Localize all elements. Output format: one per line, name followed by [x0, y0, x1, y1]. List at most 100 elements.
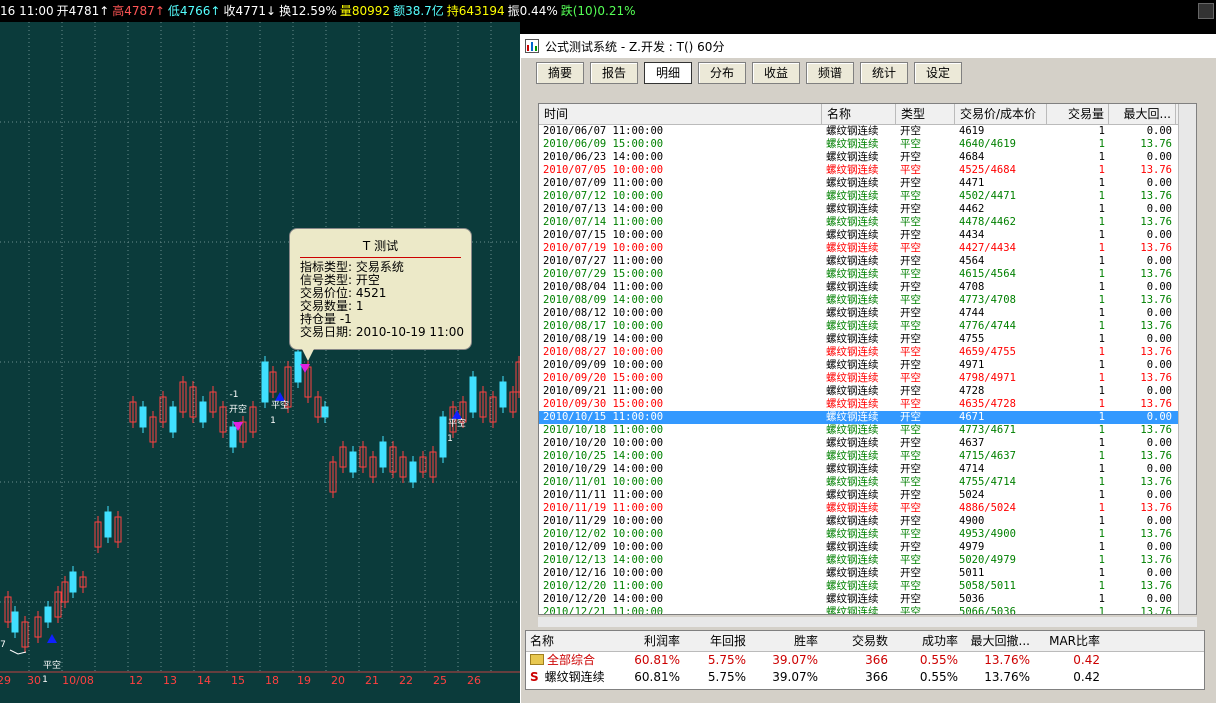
column-header-qty[interactable]: 交易量 — [1047, 104, 1109, 124]
column-header-type[interactable]: 类型 — [896, 104, 955, 124]
tab-distribution[interactable]: 分布 — [698, 62, 746, 84]
cell-time: 2010/07/29 15:00:00 — [543, 268, 664, 280]
table-row[interactable]: 2010/07/12 10:00:00 螺纹钢连续 平空 4502/4471 1 13.7… — [539, 190, 1196, 203]
table-row[interactable]: 2010/07/14 11:00:00 螺纹钢连续 平空 4478/4462 1 13.7… — [539, 216, 1196, 229]
cell-time: 2010/12/16 10:00:00 — [543, 567, 664, 579]
summary-row[interactable]: 全部综合 60.81% 5.75% 39.07% 366 0.55% 13.76% 0.42 — [526, 652, 1204, 669]
cell-name: 螺纹钢连续 — [826, 307, 879, 319]
summary-header-annual[interactable]: 年回报 — [684, 631, 750, 651]
candle-body — [139, 406, 147, 428]
cell-name: 螺纹钢连续 — [826, 151, 879, 163]
cell-type: 开空 — [900, 463, 921, 475]
cell-time: 2010/11/11 11:00:00 — [543, 489, 664, 501]
table-row[interactable]: 2010/11/11 11:00:00 螺纹钢连续 开空 5024 1 0.00 — [539, 489, 1196, 502]
tab-settings[interactable]: 设定 — [914, 62, 962, 84]
table-row[interactable]: 2010/07/05 10:00:00 螺纹钢连续 平空 4525/4684 1 13.7… — [539, 164, 1196, 177]
quote-item: 振0.44% — [507, 4, 558, 18]
cell-type: 平空 — [900, 372, 921, 384]
quote-item: 量80992 — [339, 4, 391, 18]
table-row[interactable]: 2010/09/20 15:00:00 螺纹钢连续 平空 4798/4971 1 13.7… — [539, 372, 1196, 385]
summary-header-mar[interactable]: MAR比率 — [1034, 631, 1104, 651]
table-row[interactable]: 2010/07/27 11:00:00 螺纹钢连续 开空 4564 1 0.00 — [539, 255, 1196, 268]
table-row[interactable]: 2010/08/12 10:00:00 螺纹钢连续 开空 4744 1 0.00 — [539, 307, 1196, 320]
table-row[interactable]: 2010/10/29 14:00:00 螺纹钢连续 开空 4714 1 0.00 — [539, 463, 1196, 476]
cell-time: 2010/10/20 10:00:00 — [543, 437, 664, 449]
table-row[interactable]: 2010/12/13 14:00:00 螺纹钢连续 平空 5020/4979 1 13.7… — [539, 554, 1196, 567]
tab-summary[interactable]: 摘要 — [536, 62, 584, 84]
table-row[interactable]: 2010/11/29 10:00:00 螺纹钢连续 开空 4900 1 0.00 — [539, 515, 1196, 528]
table-row[interactable]: 2010/08/17 10:00:00 螺纹钢连续 平空 4776/4744 1 13.7… — [539, 320, 1196, 333]
column-header-name[interactable]: 名称 — [822, 104, 896, 124]
table-row[interactable]: 2010/08/04 11:00:00 螺纹钢连续 开空 4708 1 0.00 — [539, 281, 1196, 294]
table-row[interactable]: 2010/08/09 14:00:00 螺纹钢连续 平空 4773/4708 1 13.7… — [539, 294, 1196, 307]
table-row[interactable]: 2010/10/18 11:00:00 螺纹钢连续 平空 4773/4671 1 13.7… — [539, 424, 1196, 437]
signal-qty: 1 — [447, 434, 453, 444]
table-row[interactable]: 2010/07/19 10:00:00 螺纹钢连续 平空 4427/4434 1 13.7… — [539, 242, 1196, 255]
cell-type: 平空 — [900, 606, 921, 615]
table-row[interactable]: 2010/10/20 10:00:00 螺纹钢连续 开空 4637 1 0.00 — [539, 437, 1196, 450]
cell-name: 螺纹钢连续 — [826, 541, 879, 553]
tab-spectrum[interactable]: 频谱 — [806, 62, 854, 84]
tab-detail[interactable]: 明细 — [644, 62, 692, 84]
table-row[interactable]: 2010/09/21 11:00:00 螺纹钢连续 开空 4728 1 0.00 — [539, 385, 1196, 398]
table-row[interactable]: 2010/12/16 10:00:00 螺纹钢连续 开空 5011 1 0.00 — [539, 567, 1196, 580]
horizontal-scrollbar[interactable] — [538, 617, 1197, 627]
vertical-scrollbar[interactable] — [1178, 104, 1196, 614]
window-restore-button[interactable] — [1198, 3, 1214, 19]
tab-statistics[interactable]: 统计 — [860, 62, 908, 84]
summary-header: 名称 利润率 年回报 胜率 交易数 成功率 最大回撤... MAR比率 — [526, 631, 1204, 652]
table-row[interactable]: 2010/08/27 10:00:00 螺纹钢连续 平空 4659/4755 1 13.7… — [539, 346, 1196, 359]
tab-report[interactable]: 报告 — [590, 62, 638, 84]
table-row[interactable]: 2010/06/09 15:00:00 螺纹钢连续 平空 4640/4619 1 13.7… — [539, 138, 1196, 151]
cell-dd: 13.76 — [1140, 476, 1172, 488]
summary-row[interactable]: S 螺纹钢连续 60.81% 5.75% 39.07% 366 0.55% 13.76% 0.4… — [526, 669, 1204, 686]
tab-returns[interactable]: 收益 — [752, 62, 800, 84]
table-row[interactable]: 2010/12/02 10:00:00 螺纹钢连续 平空 4953/4900 1 13.7… — [539, 528, 1196, 541]
table-row[interactable]: 2010/10/15 11:00:00 螺纹钢连续 开空 4671 1 0.00 — [539, 411, 1196, 424]
table-row[interactable]: 2010/09/09 10:00:00 螺纹钢连续 开空 4971 1 0.00 — [539, 359, 1196, 372]
table-row[interactable]: 2010/12/09 10:00:00 螺纹钢连续 开空 4979 1 0.00 — [539, 541, 1196, 554]
cell-type: 平空 — [900, 346, 921, 358]
table-row[interactable]: 2010/07/09 11:00:00 螺纹钢连续 开空 4471 1 0.00 — [539, 177, 1196, 190]
cell-type: 开空 — [900, 281, 921, 293]
cell-name: 螺纹钢连续 — [826, 268, 879, 280]
table-row[interactable]: 2010/09/30 15:00:00 螺纹钢连续 平空 4635/4728 1 13.7… — [539, 398, 1196, 411]
summary-header-profit[interactable]: 利润率 — [614, 631, 684, 651]
summary-header-trades[interactable]: 交易数 — [822, 631, 892, 651]
cell-type: 开空 — [900, 593, 921, 605]
column-header-drawdown[interactable]: 最大回... — [1109, 104, 1176, 124]
summary-header-maxdd[interactable]: 最大回撤... — [962, 631, 1034, 651]
table-row[interactable]: 2010/07/13 14:00:00 螺纹钢连续 开空 4462 1 0.00 — [539, 203, 1196, 216]
cell-name: 螺纹钢连续 — [826, 463, 879, 475]
cell-type: 平空 — [900, 502, 921, 514]
summary-table[interactable]: 名称 利润率 年回报 胜率 交易数 成功率 最大回撤... MAR比率 全部综合… — [525, 630, 1205, 690]
cell-type: 开空 — [900, 359, 921, 371]
cell-dd: 0.00 — [1146, 125, 1172, 137]
table-row[interactable]: 2010/07/29 15:00:00 螺纹钢连续 平空 4615/4564 1 13.7… — [539, 268, 1196, 281]
table-row[interactable]: 2010/11/01 10:00:00 螺纹钢连续 平空 4755/4714 1 13.7… — [539, 476, 1196, 489]
table-row[interactable]: 2010/12/20 14:00:00 螺纹钢连续 开空 5036 1 0.00 — [539, 593, 1196, 606]
summary-header-win[interactable]: 胜率 — [750, 631, 822, 651]
trade-detail-table[interactable]: 时间 名称 类型 交易价/成本价 交易量 最大回... 2010/06/07 1… — [538, 103, 1197, 615]
table-row[interactable]: 2010/12/21 11:00:00 螺纹钢连续 平空 5066/5036 1 13.7… — [539, 606, 1196, 615]
cell-name: 螺纹钢连续 — [826, 294, 879, 306]
table-row[interactable]: 2010/08/19 14:00:00 螺纹钢连续 开空 4755 1 0.00 — [539, 333, 1196, 346]
formula-test-window[interactable]: 公式测试系统 - Z.开发 : T() 60分 摘要 报告 明细 分布 收益 频… — [520, 34, 1216, 703]
table-row[interactable]: 2010/10/25 14:00:00 螺纹钢连续 平空 4715/4637 1 13.7… — [539, 450, 1196, 463]
cell-qty: 1 — [1098, 294, 1105, 306]
table-row[interactable]: 2010/06/07 11:00:00 螺纹钢连续 开空 4619 1 0.00 — [539, 125, 1196, 138]
summary-cell-mar: 0.42 — [1073, 670, 1100, 684]
summary-header-success[interactable]: 成功率 — [892, 631, 962, 651]
candlestick-chart[interactable]: 平空 1 开空 -1 平空 1 平空 1 7 29 30 10/08 12 13 14 15 18 19 20 21 2… — [0, 22, 520, 703]
column-header-time[interactable]: 时间 — [539, 104, 822, 124]
summary-header-name[interactable]: 名称 — [526, 631, 614, 651]
table-row[interactable]: 2010/07/15 10:00:00 螺纹钢连续 开空 4434 1 0.00 — [539, 229, 1196, 242]
table-row[interactable]: 2010/06/23 14:00:00 螺纹钢连续 开空 4684 1 0.00 — [539, 151, 1196, 164]
table-row[interactable]: 2010/12/20 11:00:00 螺纹钢连续 平空 5058/5011 1 13.7… — [539, 580, 1196, 593]
cell-price: 4773/4708 — [959, 294, 1016, 306]
cell-price: 4886/5024 — [959, 502, 1016, 514]
cell-name: 螺纹钢连续 — [826, 437, 879, 449]
window-titlebar[interactable]: 公式测试系统 - Z.开发 : T() 60分 — [521, 34, 1216, 58]
column-header-price[interactable]: 交易价/成本价 — [955, 104, 1047, 124]
table-row[interactable]: 2010/11/19 11:00:00 螺纹钢连续 平空 4886/5024 1 13.7… — [539, 502, 1196, 515]
